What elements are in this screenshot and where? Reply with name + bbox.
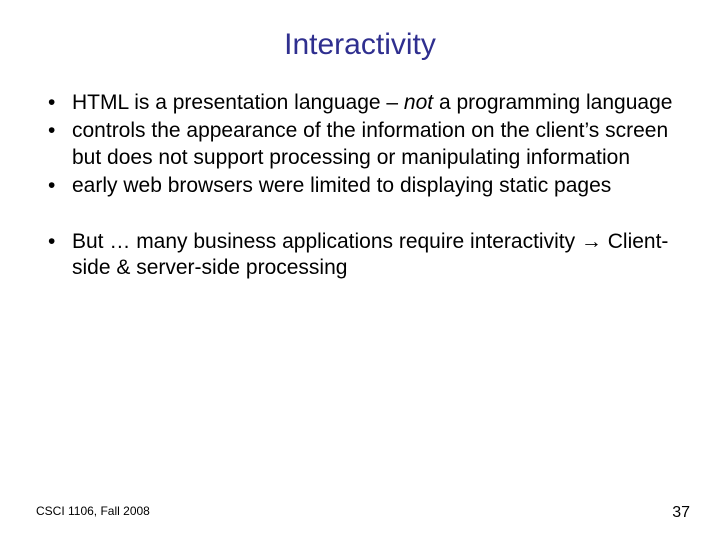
bullet-item: HTML is a presentation language – not a … (36, 90, 684, 116)
bullet-item: controls the appearance of the informati… (36, 118, 684, 171)
bullet-group-1: HTML is a presentation language – not a … (36, 90, 684, 199)
bullet-text: early web browsers were limited to displ… (72, 174, 611, 197)
bullet-text: controls the appearance of the informati… (72, 119, 668, 168)
bullet-item: But … many business applications require… (36, 229, 684, 282)
bullet-text: HTML is a presentation language – (72, 91, 404, 114)
bullet-text-italic: not (404, 91, 433, 114)
page-number: 37 (672, 504, 690, 522)
footer-course: CSCI 1106, Fall 2008 (36, 504, 150, 518)
slide-title: Interactivity (36, 28, 684, 62)
bullet-text: a programming language (433, 91, 672, 114)
slide: Interactivity HTML is a presentation lan… (0, 0, 720, 540)
bullet-group-2: But … many business applications require… (36, 229, 684, 282)
bullet-text: But … many business applications require… (72, 230, 668, 279)
bullet-item: early web browsers were limited to displ… (36, 173, 684, 199)
